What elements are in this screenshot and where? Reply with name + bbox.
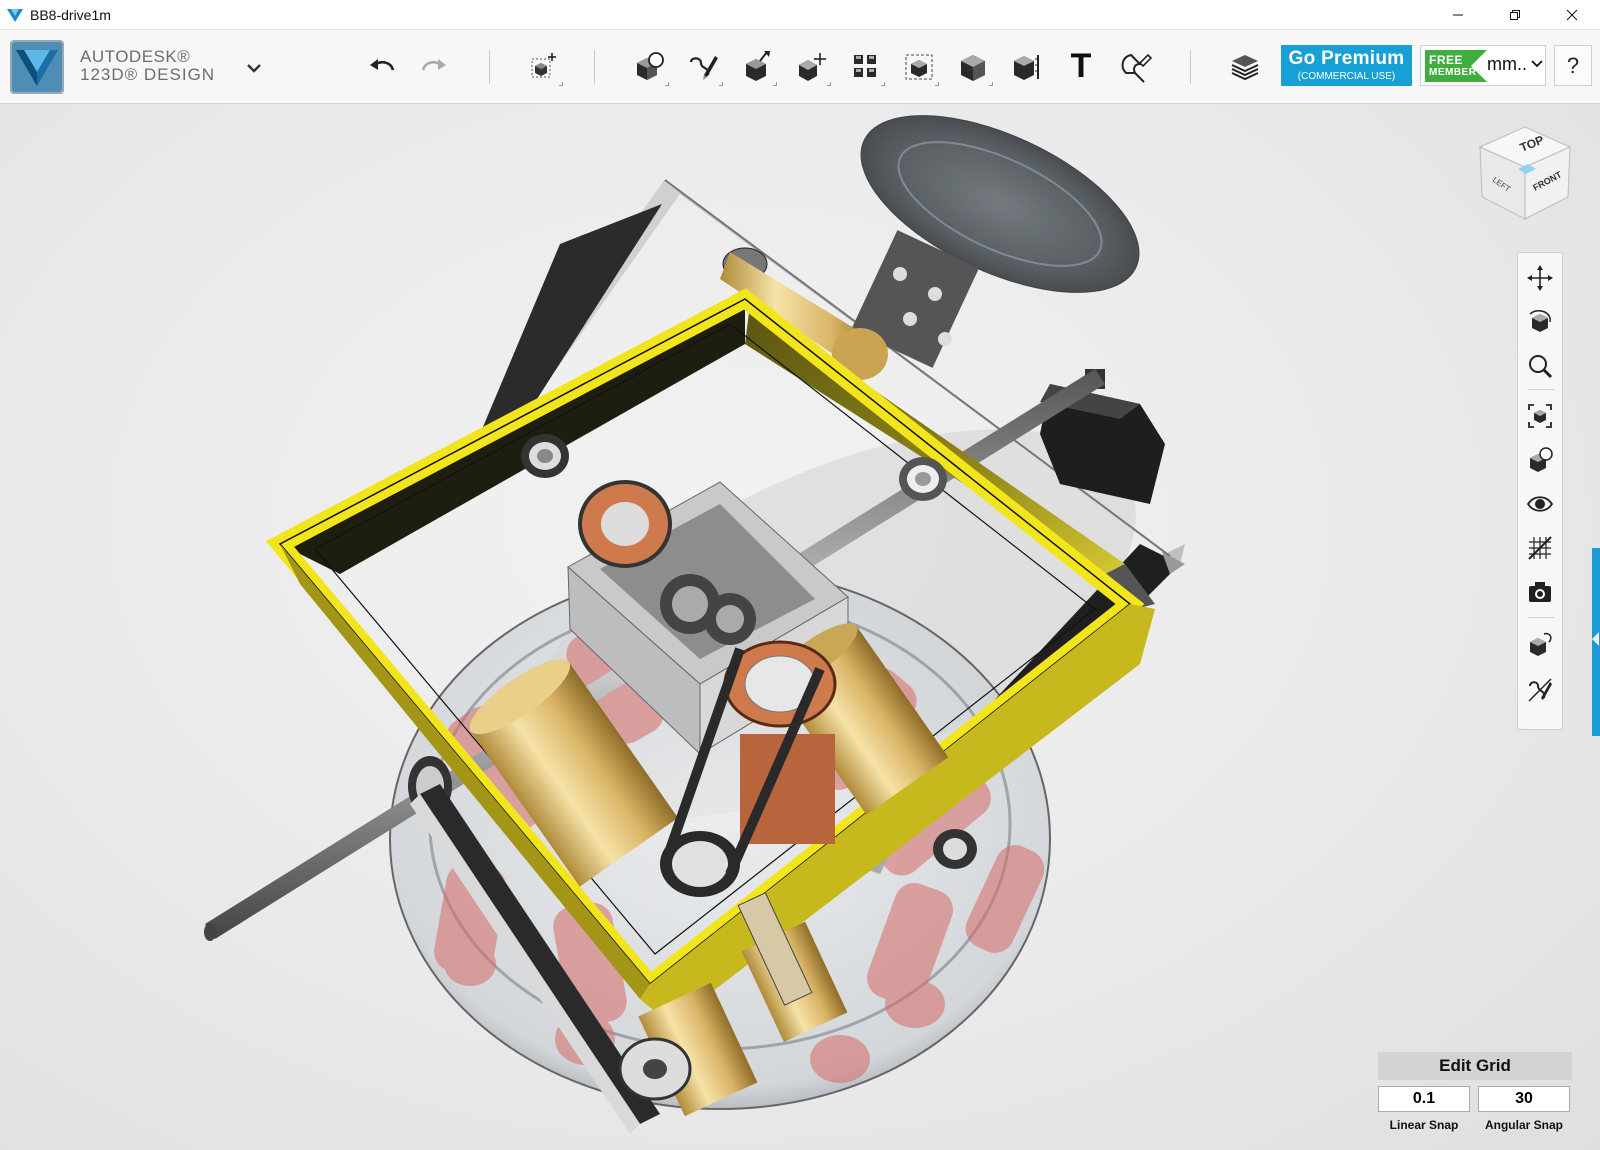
dropdown-corner-indicator	[559, 82, 563, 86]
window-controls	[1429, 0, 1600, 30]
transform-box-icon	[531, 53, 556, 78]
views-icon	[1530, 447, 1553, 472]
toolbar-separator	[1190, 50, 1191, 84]
free-member-badge: FREE MEMBER	[1425, 50, 1487, 82]
brand-line-1: AUTODESK®	[80, 47, 191, 66]
angular-snap-label: Angular Snap	[1484, 1118, 1563, 1132]
text-tool-button[interactable]: T	[1059, 44, 1103, 88]
visibility-icon	[1526, 496, 1554, 512]
account-units-dropdown[interactable]: FREE MEMBER mm..	[1420, 45, 1546, 86]
pan-icon	[1527, 265, 1553, 291]
pattern-icon	[854, 55, 876, 77]
app-logo-icon	[0, 0, 30, 30]
restore-button[interactable]	[1486, 0, 1543, 30]
materials-layers-icon	[1231, 55, 1259, 81]
bb8-drive-model-render[interactable]	[0, 104, 1600, 1150]
view-cube[interactable]: TOP FRONT LEFT	[1470, 119, 1580, 229]
modify-tool-button[interactable]	[789, 44, 833, 88]
primitives-tool-button[interactable]	[627, 44, 671, 88]
sketch-icon	[689, 56, 718, 80]
primitives-icon	[637, 52, 664, 80]
text-icon: T	[1070, 46, 1092, 85]
construct-tool-button[interactable]	[735, 44, 779, 88]
minimize-icon	[1452, 14, 1463, 16]
transform-tool-button[interactable]	[521, 44, 565, 88]
angular-snap-input[interactable]	[1478, 1086, 1570, 1112]
app-menu-dropdown[interactable]	[244, 60, 264, 76]
app-logo-icon	[10, 40, 64, 94]
construct-icon	[746, 51, 770, 81]
snap-magnet-icon	[1121, 53, 1152, 83]
orbit-icon	[1529, 310, 1551, 332]
zoom-button[interactable]	[1523, 349, 1557, 383]
sketch-visibility-icon	[1528, 678, 1552, 702]
sketch-visibility-button[interactable]	[1523, 673, 1557, 707]
group-icon	[905, 54, 933, 80]
toolbar-separator	[489, 50, 490, 84]
close-button[interactable]	[1543, 0, 1600, 30]
redo-button[interactable]	[412, 44, 456, 88]
orbit-button[interactable]	[1523, 305, 1557, 339]
edit-grid-panel: Edit Grid Linear Snap Angular Snap	[1378, 1052, 1572, 1142]
group-tool-button[interactable]	[897, 44, 941, 88]
grid-button[interactable]	[1523, 531, 1557, 565]
help-button[interactable]: ?	[1554, 45, 1592, 86]
linear-snap-input[interactable]	[1378, 1086, 1470, 1112]
material-button[interactable]	[1523, 627, 1557, 661]
edit-grid-button[interactable]: Edit Grid	[1378, 1052, 1572, 1080]
measure-tool-button[interactable]	[1005, 44, 1049, 88]
window-title: BB8-drive1m	[30, 6, 111, 23]
go-premium-label: Go Premium	[1288, 48, 1405, 69]
views-button[interactable]	[1523, 443, 1557, 477]
combine-icon	[961, 55, 985, 81]
camera-button[interactable]	[1523, 575, 1557, 609]
materials-tool-button[interactable]	[1223, 44, 1267, 88]
title-bar: BB8-drive1m	[0, 0, 1600, 30]
grid-icon	[1528, 536, 1552, 560]
redo-arrow-icon	[421, 59, 446, 71]
drive-wheel-top[interactable]	[835, 104, 1164, 368]
camera-icon	[1529, 582, 1551, 602]
chevron-left-icon	[1592, 632, 1599, 646]
pattern-tool-button[interactable]	[843, 44, 887, 88]
3d-viewport[interactable]: TOP FRONT LEFT Edit Grid 0.1 30 Linear S…	[0, 104, 1600, 1150]
app-menu-logo[interactable]	[10, 40, 64, 94]
side-panel-toggle[interactable]	[1592, 548, 1600, 736]
snap-tool-button[interactable]	[1113, 44, 1157, 88]
undo-arrow-icon	[370, 59, 395, 71]
pan-button[interactable]	[1523, 261, 1557, 295]
chevron-down-icon	[247, 64, 261, 73]
measure-icon	[1014, 55, 1039, 80]
app-brand: AUTODESK® 123D® DESIGN	[80, 48, 215, 84]
sketch-tool-button[interactable]	[681, 44, 725, 88]
fit-button[interactable]	[1523, 399, 1557, 433]
chevron-down-icon	[1531, 60, 1543, 68]
minimize-button[interactable]	[1429, 0, 1486, 30]
linear-snap-label: Linear Snap	[1389, 1118, 1459, 1132]
restore-icon	[1509, 10, 1520, 20]
go-premium-sublabel: (COMMERCIAL USE)	[1297, 71, 1396, 82]
visibility-button[interactable]	[1523, 487, 1557, 521]
main-toolbar: AUTODESK® 123D® DESIGN T Go Premium (COM…	[0, 30, 1600, 104]
material-icon	[1530, 632, 1552, 656]
modify-icon	[799, 53, 826, 81]
navigation-bar	[1517, 252, 1563, 730]
undo-button[interactable]	[360, 44, 404, 88]
combine-tool-button[interactable]	[951, 44, 995, 88]
close-icon	[1566, 9, 1577, 21]
go-premium-button[interactable]: Go Premium (COMMERCIAL USE)	[1281, 45, 1412, 86]
toolbar-separator	[594, 50, 595, 84]
member-badge-line-1: FREE	[1429, 53, 1464, 67]
zoom-icon	[1529, 355, 1553, 379]
help-icon: ?	[1566, 52, 1580, 78]
units-value: mm..	[1487, 54, 1527, 74]
member-badge-line-2: MEMBER	[1429, 67, 1477, 78]
fit-icon	[1528, 404, 1552, 428]
brand-line-2: 123D® DESIGN	[80, 65, 216, 84]
